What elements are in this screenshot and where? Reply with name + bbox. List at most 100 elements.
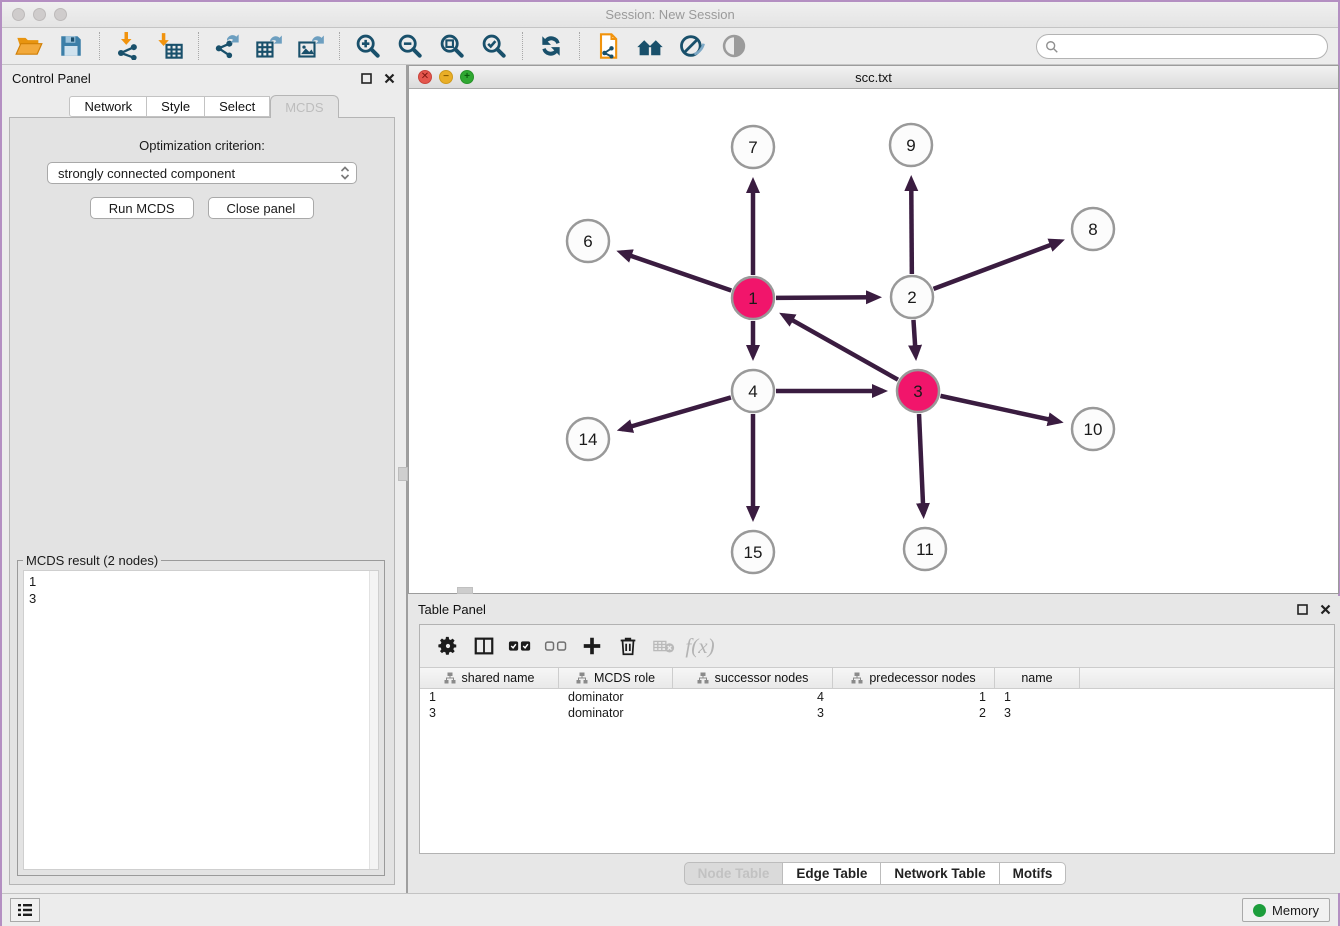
edge-2-8[interactable] — [934, 241, 1061, 289]
export-network-button[interactable] — [210, 30, 244, 62]
column-header-shared-name[interactable]: shared name — [420, 668, 559, 688]
node-8[interactable]: 8 — [1072, 208, 1114, 250]
zoom-in-button[interactable] — [351, 30, 385, 62]
hide-graphics-icon — [678, 32, 706, 60]
close-table-panel-icon[interactable] — [1318, 602, 1332, 616]
zoom-fit-button[interactable] — [435, 30, 469, 62]
tab-network[interactable]: Network — [69, 96, 147, 117]
node-3[interactable]: 3 — [897, 370, 939, 412]
split-panel-button[interactable] — [466, 629, 502, 663]
table-cell[interactable]: 1 — [420, 689, 559, 705]
toolbar-separator — [339, 32, 340, 60]
node-15[interactable]: 15 — [732, 531, 774, 573]
export-table-button[interactable] — [252, 30, 286, 62]
float-table-panel-icon[interactable] — [1295, 602, 1309, 616]
function-builder-button[interactable]: f(x) — [682, 629, 718, 663]
vertical-splitter-handle[interactable] — [398, 467, 408, 481]
tab-mcds[interactable]: MCDS — [270, 95, 338, 118]
zoom-selected-button[interactable] — [477, 30, 511, 62]
export-table-icon — [255, 32, 283, 60]
first-neighbors-button[interactable] — [633, 30, 667, 62]
table-row[interactable]: 1dominator411 — [420, 689, 1334, 705]
mcds-result-list[interactable]: 13 — [23, 570, 379, 870]
select-all-button[interactable] — [502, 629, 538, 663]
close-panel-icon[interactable] — [382, 71, 396, 85]
table-cell[interactable]: dominator — [559, 705, 673, 721]
edge-1-2[interactable] — [776, 297, 877, 298]
memory-button[interactable]: Memory — [1242, 898, 1330, 922]
zoom-in-icon — [354, 32, 382, 60]
refresh-layout-button[interactable] — [534, 30, 568, 62]
session-title: Session: New Session — [2, 7, 1338, 22]
node-6[interactable]: 6 — [567, 220, 609, 262]
table-cell[interactable]: 2 — [833, 705, 995, 721]
optimization-criterion-label: Optimization criterion: — [10, 138, 394, 153]
export-image-button[interactable] — [294, 30, 328, 62]
edge-4-14[interactable] — [622, 397, 731, 429]
settings-gear-button[interactable] — [430, 629, 466, 663]
tab-node-table[interactable]: Node Table — [684, 862, 784, 885]
open-file-icon — [15, 32, 43, 60]
table-cell[interactable]: 3 — [995, 705, 1080, 721]
edge-3-11[interactable] — [919, 414, 923, 514]
edge-2-9[interactable] — [911, 180, 912, 274]
function-builder-icon: f(x) — [685, 634, 714, 659]
criterion-select[interactable]: strongly connected component — [47, 162, 357, 184]
tab-network-table[interactable]: Network Table — [881, 862, 999, 885]
node-11[interactable]: 11 — [904, 528, 946, 570]
float-panel-icon[interactable] — [359, 71, 373, 85]
table-cell[interactable]: 4 — [673, 689, 833, 705]
import-table-button[interactable] — [153, 30, 187, 62]
edge-3-10[interactable] — [940, 396, 1058, 422]
zoom-out-button[interactable] — [393, 30, 427, 62]
save-session-button[interactable] — [54, 30, 88, 62]
import-network-button[interactable] — [111, 30, 145, 62]
column-header-predecessor-nodes[interactable]: predecessor nodes — [833, 668, 995, 688]
deselect-all-button[interactable] — [538, 629, 574, 663]
table-cell[interactable]: 3 — [420, 705, 559, 721]
tab-select[interactable]: Select — [205, 96, 270, 117]
search-input[interactable] — [1064, 39, 1327, 54]
table-row[interactable]: 3dominator323 — [420, 705, 1334, 721]
clone-network-button[interactable] — [591, 30, 625, 62]
column-header-name[interactable]: name — [995, 668, 1080, 688]
tab-edge-table[interactable]: Edge Table — [783, 862, 881, 885]
edge-2-3[interactable] — [913, 320, 915, 356]
node-10[interactable]: 10 — [1072, 408, 1114, 450]
run-mcds-button[interactable]: Run MCDS — [90, 197, 194, 219]
edge-1-6[interactable] — [621, 252, 731, 290]
close-panel-button[interactable]: Close panel — [208, 197, 315, 219]
main-toolbar — [2, 28, 1338, 65]
open-file-button[interactable] — [12, 30, 46, 62]
column-type-icon — [444, 672, 456, 684]
result-scrollbar[interactable] — [369, 571, 378, 869]
node-1[interactable]: 1 — [732, 277, 774, 319]
mcds-result-value: 1 — [29, 573, 378, 590]
node-9[interactable]: 9 — [890, 124, 932, 166]
table-cell[interactable]: 3 — [673, 705, 833, 721]
tab-style[interactable]: Style — [147, 96, 205, 117]
horizontal-splitter-handle[interactable] — [457, 587, 473, 594]
toolbar-separator — [579, 32, 580, 60]
table-cell[interactable]: 1 — [833, 689, 995, 705]
delete-column-button[interactable] — [610, 629, 646, 663]
mcds-tab-content: Optimization criterion: strongly connect… — [9, 117, 395, 885]
task-history-button[interactable] — [10, 898, 40, 922]
network-graph: 7 9 6 8 1 2 4 3 14 10 15 11 — [409, 89, 1338, 593]
tab-motifs[interactable]: Motifs — [1000, 862, 1067, 885]
node-14[interactable]: 14 — [567, 418, 609, 460]
edge-3-1[interactable] — [783, 315, 897, 380]
table-cell[interactable]: dominator — [559, 689, 673, 705]
column-header-successor-nodes[interactable]: successor nodes — [673, 668, 833, 688]
column-header-MCDS-role[interactable]: MCDS role — [559, 668, 673, 688]
table-cell[interactable]: 1 — [995, 689, 1080, 705]
add-column-button[interactable] — [574, 629, 610, 663]
node-7[interactable]: 7 — [732, 126, 774, 168]
node-2[interactable]: 2 — [891, 276, 933, 318]
search-field[interactable] — [1036, 34, 1328, 59]
hide-graphics-button[interactable] — [675, 30, 709, 62]
delete-table-button[interactable] — [646, 629, 682, 663]
show-graphics-button[interactable] — [717, 30, 751, 62]
node-4[interactable]: 4 — [732, 370, 774, 412]
network-view-canvas[interactable]: 7 9 6 8 1 2 4 3 14 10 15 11 — [409, 89, 1338, 593]
